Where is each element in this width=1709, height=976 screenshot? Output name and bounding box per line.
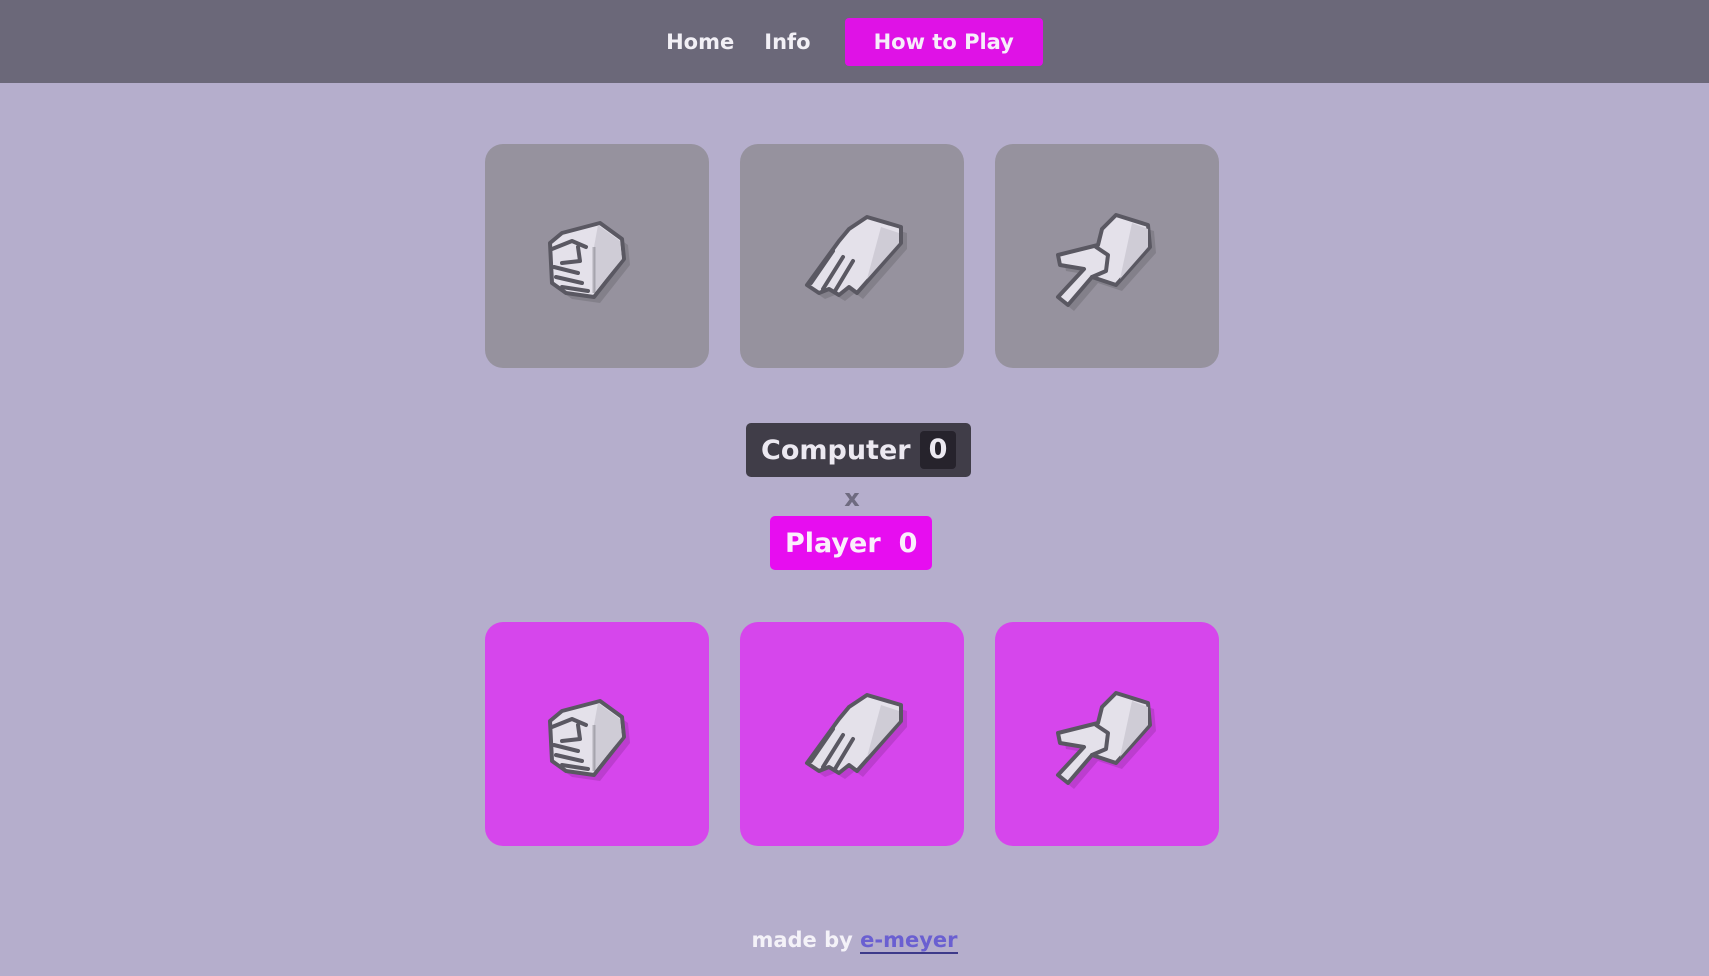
versus-separator: x [844, 484, 860, 512]
computer-score-badge: Computer 0 [746, 423, 972, 477]
scissors-hand-icon [1032, 181, 1182, 331]
scissors-hand-icon [1032, 659, 1182, 809]
author-link[interactable]: e-meyer [860, 928, 958, 954]
rock-hand-icon [522, 181, 672, 331]
player-label: Player [785, 527, 881, 559]
rock-hand-icon [522, 659, 672, 809]
paper-hand-icon [777, 659, 927, 809]
how-to-play-button[interactable]: How to Play [844, 17, 1043, 66]
paper-hand-icon [777, 181, 927, 331]
player-paper-button[interactable] [740, 622, 964, 846]
player-scissors-button[interactable] [995, 622, 1219, 846]
nav-info-link[interactable]: Info [764, 30, 810, 54]
top-navbar: Home Info How to Play [0, 0, 1709, 83]
player-score-value: 0 [898, 527, 918, 559]
footer: made by e-meyer [0, 928, 1709, 954]
computer-scissors-card [995, 144, 1219, 368]
computer-score-value: 0 [919, 431, 957, 469]
computer-rock-card [485, 144, 709, 368]
player-score-badge: Player 0 [770, 516, 933, 570]
computer-label: Computer [761, 434, 911, 466]
computer-choices [485, 144, 1219, 368]
computer-paper-card [740, 144, 964, 368]
player-choices [485, 622, 1219, 846]
player-rock-button[interactable] [485, 622, 709, 846]
nav-home-link[interactable]: Home [666, 30, 734, 54]
footer-text: made by [751, 928, 853, 952]
